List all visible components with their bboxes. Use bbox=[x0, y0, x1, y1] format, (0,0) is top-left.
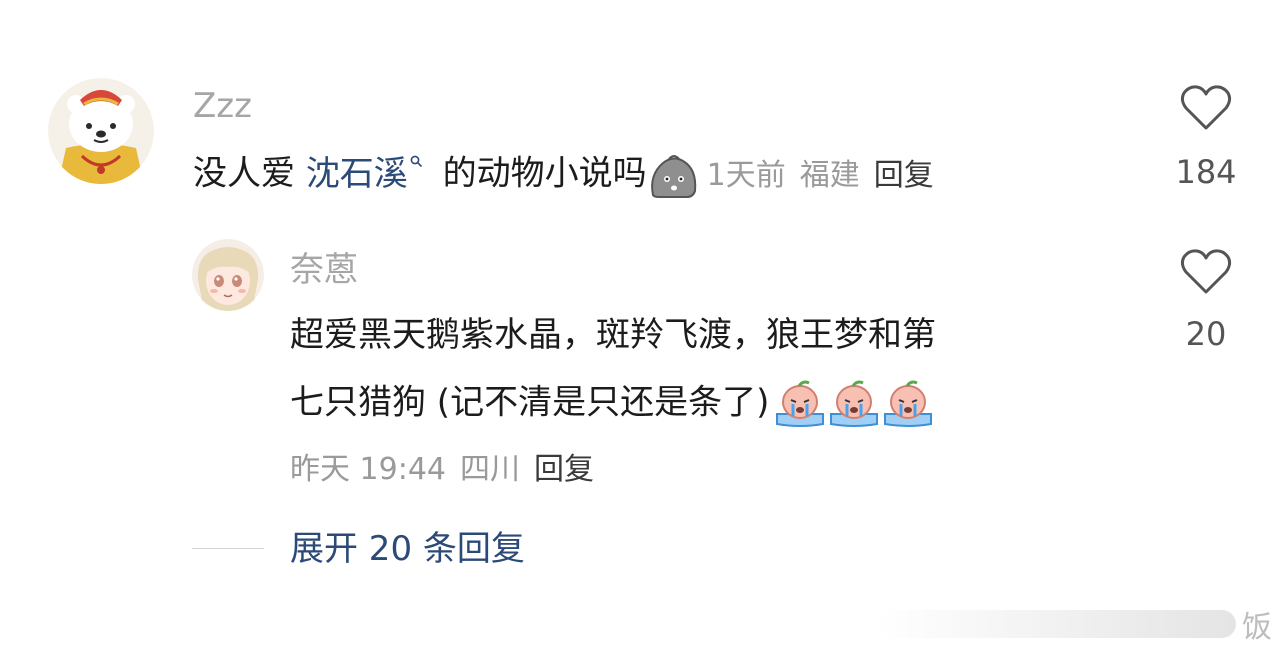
divider bbox=[192, 548, 264, 549]
comment-thread: Zzz 没人爱 沈石溪 的动物小说吗 1天前 福建 回复 184 奈蒽 超爱黑天鹅紫水… bbox=[0, 0, 1284, 656]
reply-reply-button[interactable]: 回复 bbox=[534, 452, 594, 487]
comment-reply-button[interactable]: 回复 bbox=[874, 158, 934, 193]
watermark: 饭 bbox=[876, 600, 1272, 648]
reply-meta: 昨天 19:44 四川 回复 bbox=[290, 450, 594, 490]
mention-text: 沈石溪 bbox=[305, 153, 408, 194]
avatar[interactable] bbox=[48, 78, 154, 184]
search-icon bbox=[410, 155, 422, 167]
reply-like-button[interactable] bbox=[1166, 248, 1246, 298]
sad-dumpling-emoji bbox=[647, 151, 701, 199]
expand-replies-button[interactable]: 展开 20 条回复 bbox=[290, 527, 525, 571]
watermark-text: 饭 bbox=[1242, 610, 1272, 645]
reply-text-line-1: 超爱黑天鹅紫水晶，斑羚飞渡，狼王梦和第 bbox=[290, 315, 936, 355]
reply-time: 昨天 19:44 bbox=[290, 452, 446, 487]
bear-avatar-image bbox=[48, 78, 154, 184]
reply-like-count: 20 bbox=[1185, 315, 1227, 353]
comment-text-before: 没人爱 bbox=[193, 153, 306, 194]
reply-location: 四川 bbox=[460, 452, 520, 487]
comment-time: 1天前 bbox=[706, 157, 786, 193]
comment-like-button[interactable] bbox=[1166, 84, 1246, 134]
crying-peach-emoji bbox=[773, 380, 827, 428]
comment-text-after: 的动物小说吗 bbox=[431, 153, 647, 194]
reply-text-line-2: 七只猎狗 (记不清是只还是条了) bbox=[290, 380, 935, 428]
crying-peach-emoji bbox=[827, 380, 881, 428]
heart-outline-icon bbox=[1180, 85, 1232, 130]
heart-outline-icon bbox=[1180, 249, 1232, 294]
reply-text-line-2-text: 七只猎狗 (记不清是只还是条了) bbox=[290, 382, 770, 423]
comment-location: 福建 bbox=[799, 157, 860, 193]
mention-link[interactable]: 沈石溪 bbox=[306, 154, 432, 194]
reply-username[interactable]: 奈蒽 bbox=[290, 250, 358, 290]
anime-girl-avatar-image bbox=[192, 239, 264, 311]
comment-like-count: 184 bbox=[1175, 153, 1237, 191]
watermark-bar bbox=[876, 610, 1236, 638]
reply-avatar[interactable] bbox=[192, 239, 264, 311]
comment-text: 没人爱 沈石溪 的动物小说吗 1天前 福建 回复 bbox=[193, 151, 934, 199]
comment-username[interactable]: Zzz bbox=[193, 86, 252, 126]
crying-peach-emoji bbox=[881, 380, 935, 428]
